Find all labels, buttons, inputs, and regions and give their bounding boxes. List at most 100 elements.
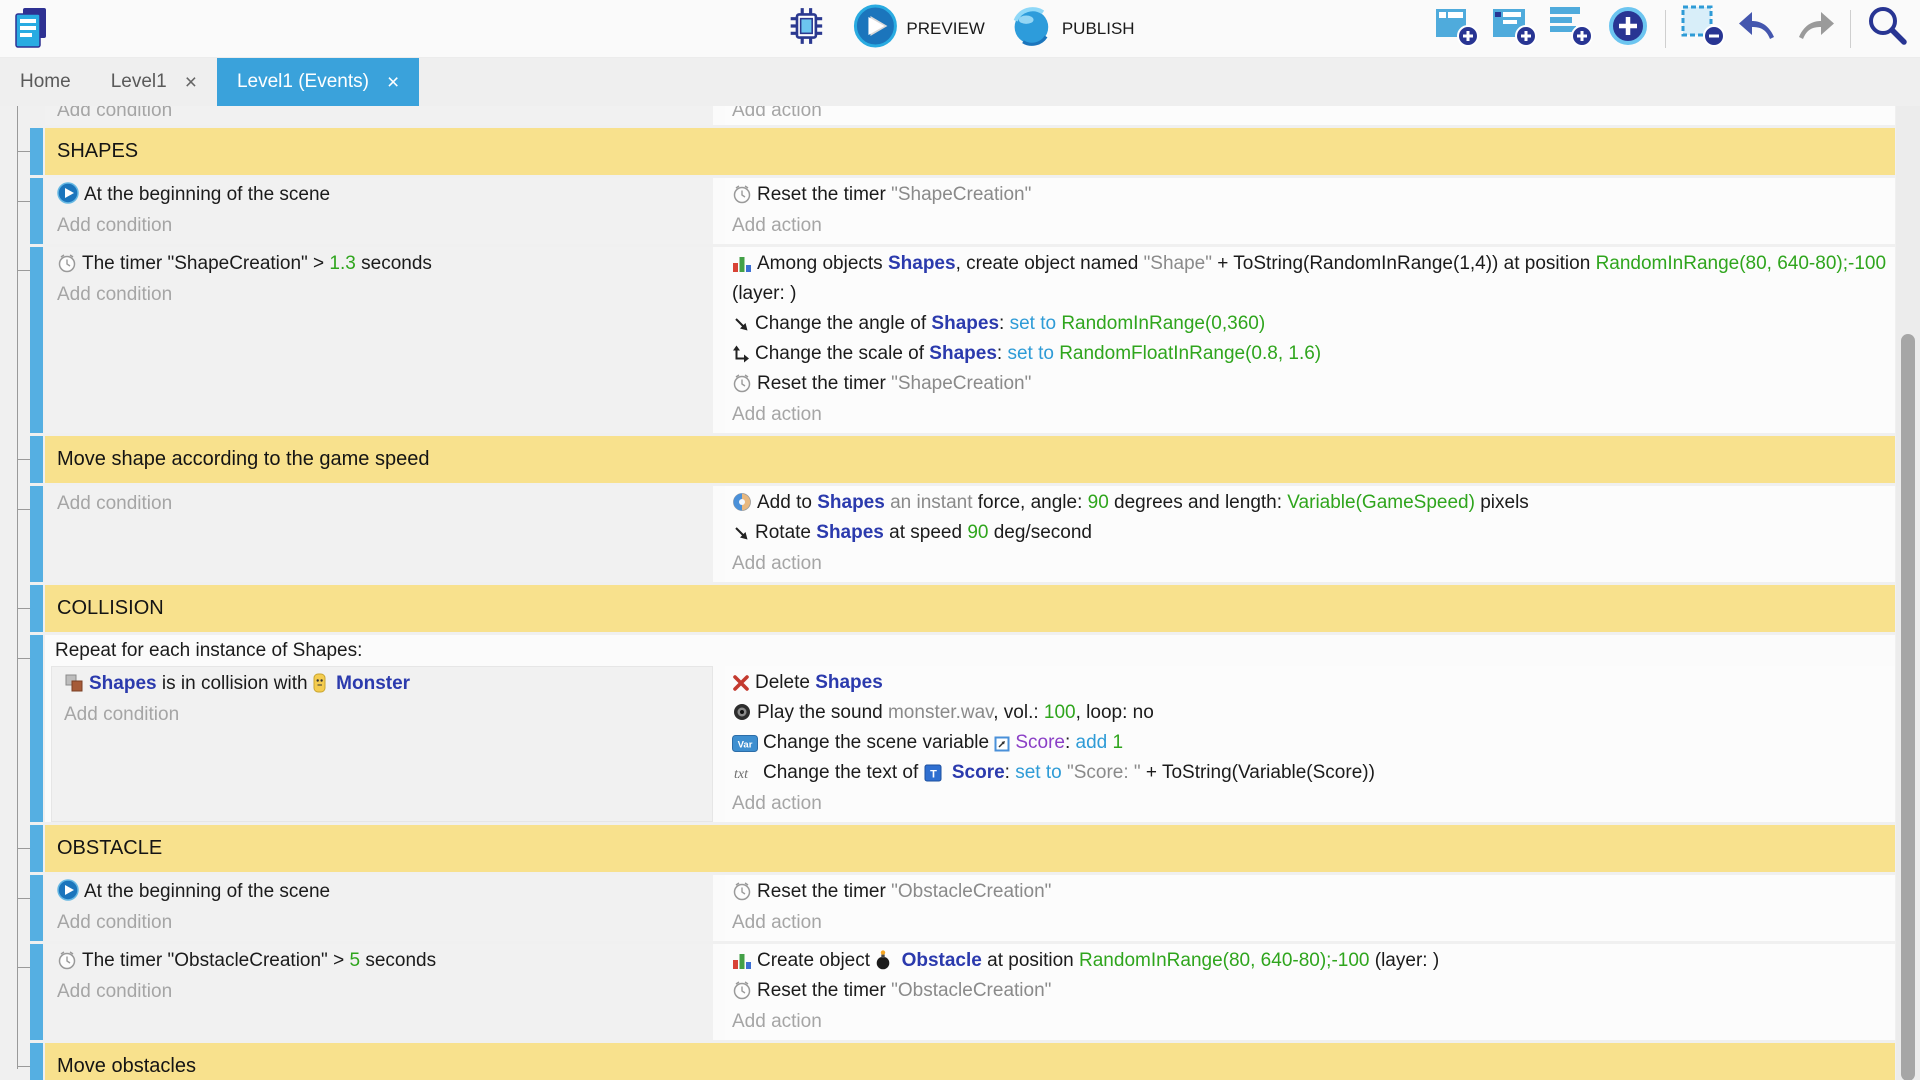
instruction-text: Rotate [755,522,816,543]
event-row[interactable]: At the beginning of the sceneAdd conditi… [45,875,1895,941]
add-condition-button[interactable]: Add condition [57,976,707,1007]
close-tab-icon[interactable]: × [387,72,399,93]
group-header[interactable]: COLLISION [45,585,1895,632]
add-action-button[interactable]: Add action [732,788,1889,819]
action-item[interactable]: Rotate Shapes at speed 90 deg/second [732,518,1889,548]
add-event-icon [1434,4,1480,53]
group-title: SHAPES [57,140,138,163]
scale-icon [732,343,755,364]
search-button[interactable] [1862,4,1912,53]
action-item[interactable]: VarChange the scene variable Score: add … [732,728,1889,758]
instruction-text: "ShapeCreation" [891,184,1031,205]
instruction-text: 100 [1044,702,1076,723]
instruction-text: seconds [356,253,432,274]
create-object-icon [732,950,757,971]
group-title: OBSTACLE [57,837,162,860]
app-logo-icon[interactable] [12,6,52,57]
undo-button[interactable] [1734,6,1784,51]
action-item[interactable]: Change the angle of Shapes: set to Rando… [732,309,1889,339]
add-action-button[interactable]: Add action [732,210,1889,241]
group-header[interactable]: Move shape according to the game speed [45,436,1895,483]
svg-text:txt: txt [734,767,749,782]
group-header[interactable]: OBSTACLE [45,825,1895,872]
instruction-text: Change the angle of [755,313,931,334]
event-tree-line [17,106,18,1069]
add-condition-button[interactable]: Add condition [57,279,707,310]
group-title: Move obstacles [57,1055,196,1078]
actions-cell: Create object Obstacle at position Rando… [725,944,1895,1040]
event-row[interactable]: Add condition Add action [45,106,1895,125]
event-row[interactable]: At the beginning of the sceneAdd conditi… [45,178,1895,244]
instruction-text: Shapes [929,343,997,364]
action-item[interactable]: Delete Shapes [732,668,1889,698]
add-condition-button[interactable]: Add condition [57,210,707,241]
instruction-text: The timer "ObstacleCreation" > [82,950,349,971]
event-row[interactable]: The timer "ObstacleCreation" > 5 seconds… [45,944,1895,1040]
timer-icon [732,881,757,902]
condition-item[interactable]: Shapes is in collision with Monster [64,669,706,699]
foreach-header[interactable]: Repeat for each instance of Shapes: [45,635,1895,666]
add-action-button[interactable]: Add action [732,399,1889,430]
action-item[interactable]: Reset the timer "ObstacleCreation" [732,877,1889,907]
debugger-button[interactable] [781,3,831,54]
add-action-button[interactable]: Add action [732,106,1889,125]
condition-item[interactable]: The timer "ObstacleCreation" > 5 seconds [57,946,707,976]
debugger-icon [785,5,827,52]
instruction-text: , vol.: [993,702,1044,723]
add-condition-button[interactable]: Add condition [57,106,707,125]
action-item[interactable]: Reset the timer "ShapeCreation" [732,369,1889,399]
instruction-text: Delete [755,672,815,693]
group-header[interactable]: SHAPES [45,128,1895,175]
actions-cell: Reset the timer "ShapeCreation"Add actio… [725,178,1895,244]
delete-event-button[interactable] [1677,4,1729,53]
redo-button[interactable] [1789,6,1839,51]
actions-cell: Reset the timer "ObstacleCreation"Add ac… [725,875,1895,941]
instruction-text: RandomInRange(80, 640-80);-100 [1596,253,1886,274]
rotate-icon [732,522,755,543]
instruction-text: + ToString(RandomInRange(1,4)) at positi… [1212,253,1596,274]
tab-label: Level1 [111,71,167,93]
action-item[interactable]: Create object Obstacle at position Rando… [732,946,1889,976]
publish-button[interactable]: PUBLISH [1007,3,1139,54]
action-item[interactable]: Reset the timer "ShapeCreation" [732,180,1889,210]
foreach-event[interactable]: Repeat for each instance of Shapes:Shape… [45,635,1895,822]
add-condition-button[interactable]: Add condition [57,907,707,938]
add-condition-button[interactable]: Add condition [57,488,707,519]
action-item[interactable]: Play the sound monster.wav, vol.: 100, l… [732,698,1889,728]
action-item[interactable]: Change the scale of Shapes: set to Rando… [732,339,1889,369]
add-action-button[interactable]: Add action [732,1006,1889,1037]
add-action-button[interactable]: Add action [732,548,1889,579]
conditions-cell: The timer "ObstacleCreation" > 5 seconds… [45,944,713,1040]
event-row[interactable]: Add condition Add to Shapes an instant fo… [45,486,1895,582]
actions-cell: Add action [725,106,1895,125]
publish-label: PUBLISH [1062,19,1135,39]
add-instruction-button[interactable] [1602,3,1654,54]
tab-home[interactable]: Home [0,58,91,106]
action-item[interactable]: Reset the timer "ObstacleCreation" [732,976,1889,1006]
action-item[interactable]: Add to Shapes an instant force, angle: 9… [732,488,1889,518]
instruction-text: Score [952,762,1005,783]
txt-icon: txt [732,762,763,783]
add-event-button[interactable] [1431,4,1483,53]
add-action-button[interactable]: Add action [732,907,1889,938]
add-condition-button[interactable]: Add condition [64,699,706,730]
add-subevent-button[interactable] [1488,4,1540,53]
clipped-event-row[interactable]: Add condition Add action [45,106,1895,125]
group-header[interactable]: Move obstacles [45,1043,1895,1080]
action-item[interactable]: txtChange the text of T Score: set to "S… [732,758,1889,788]
add-comment-button[interactable] [1545,4,1597,53]
scrollbar-thumb[interactable] [1901,334,1915,1080]
preview-button[interactable]: PREVIEW [849,2,988,55]
vertical-scrollbar [1896,106,1920,1080]
condition-item[interactable]: The timer "ShapeCreation" > 1.3 seconds [57,249,707,279]
instruction-text: set to [1010,313,1062,334]
instruction-text: Play the sound [757,702,888,723]
condition-item[interactable]: At the beginning of the scene [57,180,707,210]
condition-item[interactable]: At the beginning of the scene [57,877,707,907]
close-tab-icon[interactable]: × [185,72,197,93]
tab-level1-events[interactable]: Level1 (Events)× [217,58,419,106]
action-item[interactable]: Among objects Shapes, create object name… [732,249,1889,309]
instruction-text: Create object [757,950,875,971]
tab-level1[interactable]: Level1 × [91,58,217,106]
event-row[interactable]: The timer "ShapeCreation" > 1.3 secondsA… [45,247,1895,433]
